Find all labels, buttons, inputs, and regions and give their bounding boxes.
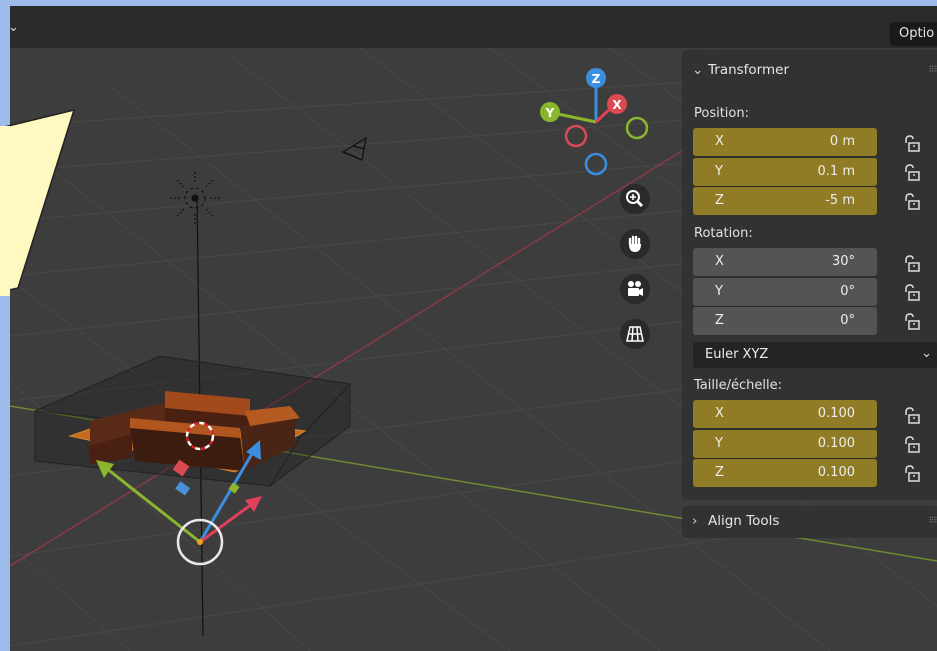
sidebar-n-panel: ⌄ Transformer ⠿⠿ Position: X0 m Y 0.1 m Z-… [682,50,937,582]
scale-x-field[interactable]: X 0.100 [693,400,877,428]
rotation-x-field[interactable]: X 30° [693,248,877,276]
callout-annotation [0,108,76,296]
chevron-down-icon: ⌄ [692,62,704,78]
lock-icon[interactable] [902,464,922,484]
viewport-header: ⌄ Optio [10,6,937,48]
transform-panel: ⌄ Transformer ⠿⠿ Position: X0 m Y 0.1 m Z-… [682,50,937,500]
grid-ortho-icon[interactable] [620,319,650,349]
field-value: 0.1 m [817,164,855,179]
camera-view-icon[interactable] [620,274,650,304]
field-value: 0.100 [817,465,855,480]
field-axis-label: X [715,254,724,269]
field-axis-label: Y [715,284,723,299]
field-axis-label: X [715,406,724,421]
field-axis-label: Z [715,313,724,328]
chevron-right-icon: › [692,513,698,529]
field-value: 30° [831,254,855,269]
chevron-down-icon: ⌄ [921,346,932,361]
field-axis-label: Y [715,436,723,451]
field-value: 0.100 [817,436,855,451]
field-axis-label: Z [715,193,724,208]
3d-viewport[interactable]: Z Y X ⌄ Optio ⌄ Transformer ⠿⠿ Position: … [10,6,937,651]
field-axis-label: X [715,134,724,149]
options-button[interactable]: Optio [890,22,937,46]
lock-icon[interactable] [902,312,922,332]
zoom-icon[interactable] [620,184,650,214]
transform-panel-title: Transformer [708,62,790,78]
lock-icon[interactable] [902,192,922,212]
align-tools-title: Align Tools [708,513,780,529]
field-axis-label: Z [715,465,724,480]
drag-grip-icon[interactable]: ⠿⠿ [928,516,937,525]
position-y-field[interactable]: Y 0.1 m [693,157,877,186]
position-label: Position: [694,106,749,121]
lock-icon[interactable] [902,283,922,303]
field-value: -5 m [825,193,855,208]
position-z-field[interactable]: Z -5 m [693,186,877,215]
y-axis-label: Y [545,106,555,120]
drag-grip-icon[interactable]: ⠿⠿ [928,65,937,74]
field-value: 0 m [829,134,855,149]
scale-label: Taille/échelle: [694,378,782,393]
scale-y-field[interactable]: Y 0.100 [693,429,877,458]
field-value: 0.100 [817,406,855,421]
hand-pan-icon[interactable] [620,229,650,259]
x-axis-label: X [612,98,622,112]
rotation-mode-dropdown[interactable]: Euler XYZ ⌄ [693,342,937,368]
field-value: 0° [840,284,855,299]
field-axis-label: Y [715,164,723,179]
transform-panel-header[interactable]: ⌄ Transformer [692,62,789,78]
rotation-mode-value: Euler XYZ [705,347,769,362]
position-x-field[interactable]: X 0 m [693,128,877,156]
rotation-label: Rotation: [694,226,753,241]
lock-icon[interactable] [902,435,922,455]
lock-icon[interactable] [902,406,922,426]
align-tools-panel[interactable]: › Align Tools ⠿⠿ [682,506,937,538]
align-tools-header[interactable]: › Align Tools [692,513,779,529]
lock-icon[interactable] [902,134,922,154]
z-axis-label: Z [592,72,601,86]
lock-icon[interactable] [902,254,922,274]
field-value: 0° [840,313,855,328]
rotation-z-field[interactable]: Z 0° [693,306,877,335]
scale-z-field[interactable]: Z 0.100 [693,458,877,487]
rotation-y-field[interactable]: Y 0° [693,277,877,306]
lock-icon[interactable] [902,163,922,183]
